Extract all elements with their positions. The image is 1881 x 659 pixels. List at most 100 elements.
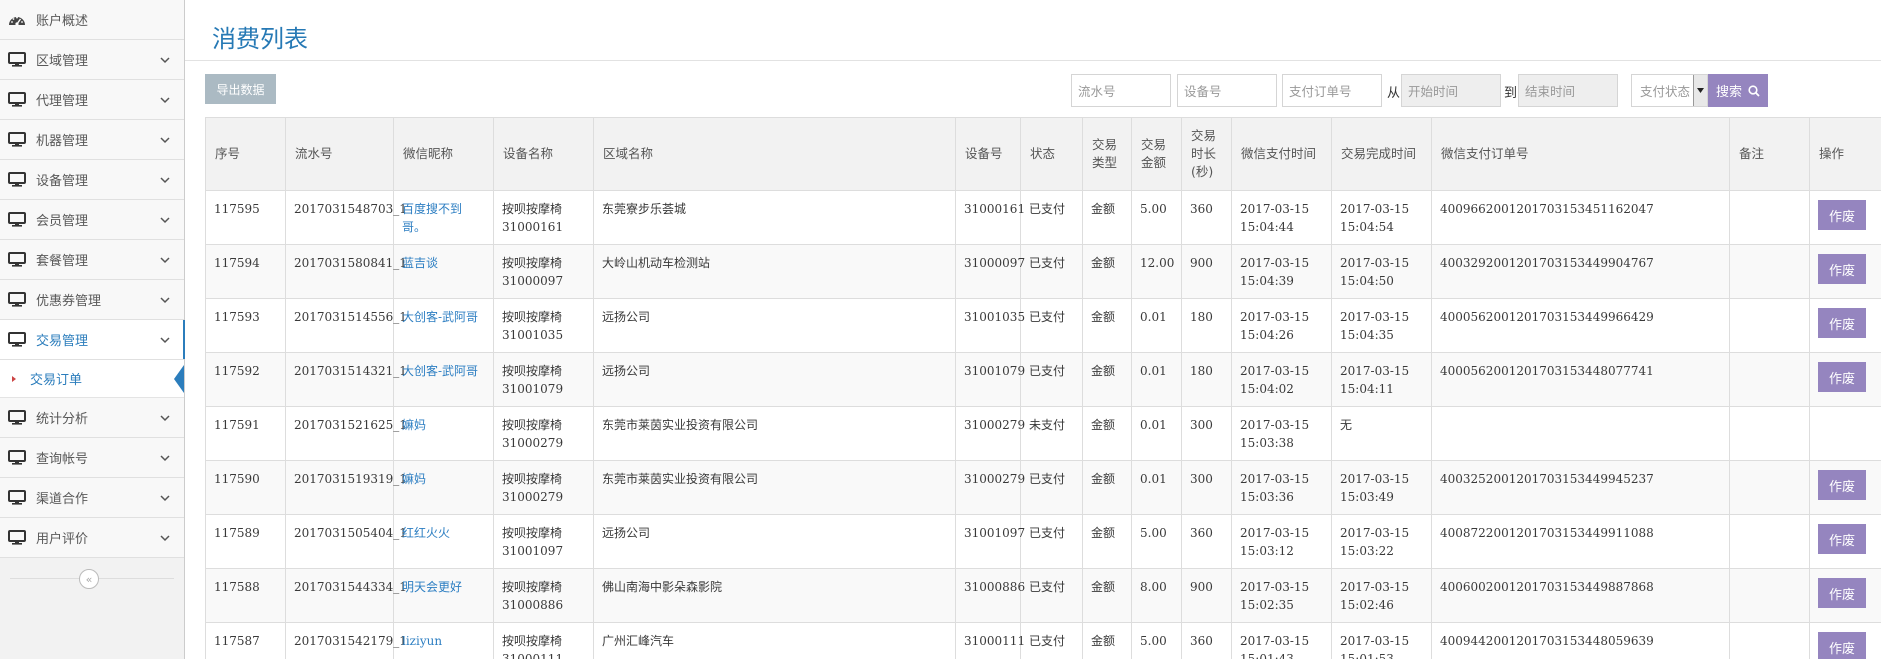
order-number-input[interactable]: 支付订单号 xyxy=(1282,74,1382,107)
device-number-input[interactable]: 设备号 xyxy=(1177,74,1277,107)
table-row: 117592 2017031514321_1 大创客-武阿哥 按呗按摩椅 310010… xyxy=(205,352,1881,407)
sidebar-item[interactable]: 会员管理 xyxy=(0,200,184,240)
sidebar-item[interactable]: 账户概述 xyxy=(0,0,184,40)
cell-type: 金额 xyxy=(1082,406,1132,461)
column-header: 交易完成时间 xyxy=(1331,117,1432,191)
sidebar-item[interactable]: 设备管理 xyxy=(0,160,184,200)
cell-device: 按呗按摩椅 31000279 xyxy=(493,460,594,515)
cell-nick[interactable]: 百度搜不到哥。 xyxy=(393,190,494,245)
cell-status: 已支付 xyxy=(1020,460,1083,515)
export-data-button[interactable]: 导出数据 xyxy=(205,74,276,104)
sidebar-item[interactable]: 渠道合作 xyxy=(0,478,184,518)
sidebar-item-label: 交易管理 xyxy=(36,334,89,349)
cell-id: 117591 xyxy=(205,406,286,461)
cell-id: 117589 xyxy=(205,514,286,569)
end-time-placeholder: 结束时间 xyxy=(1525,84,1576,99)
cell-done-time: 2017-03-15 15:04:50 xyxy=(1331,244,1432,299)
column-header: 操作 xyxy=(1809,117,1881,191)
table-row: 117594 2017031580841_1 蓝吉谈 按呗按摩椅 31000097 大岭… xyxy=(205,244,1881,299)
cell-nick[interactable]: 大创客-武阿哥 xyxy=(393,352,494,407)
cell-order-no: 4006002001201703153449887868 xyxy=(1431,568,1730,623)
payment-status-select[interactable]: 支付状态 xyxy=(1631,74,1708,107)
from-label: 从 xyxy=(1387,86,1401,101)
cell-nick[interactable]: 蓝吉谈 xyxy=(393,244,494,299)
cell-duration: 300 xyxy=(1181,406,1232,461)
column-header: 状态 xyxy=(1020,117,1083,191)
cell-nick[interactable]: 嫲妈 xyxy=(393,460,494,515)
cell-nick[interactable]: 明天会更好 xyxy=(393,568,494,623)
void-order-button[interactable]: 作废 xyxy=(1818,470,1866,500)
chevron-down-icon xyxy=(160,213,170,228)
table-row: 117593 2017031514556_1 大创客-武阿哥 按呗按摩椅 310010… xyxy=(205,298,1881,353)
cell-remark xyxy=(1729,406,1810,461)
cell-done-time: 2017-03-15 15:03:22 xyxy=(1331,514,1432,569)
cell-device-no: 31000097 xyxy=(955,244,1025,299)
caret-down-icon[interactable] xyxy=(1693,75,1707,106)
cell-action: 作废 xyxy=(1809,190,1881,245)
sidebar-item[interactable]: 套餐管理 xyxy=(0,240,184,280)
start-time-input[interactable]: 开始时间 xyxy=(1401,74,1501,107)
cell-order-no: 4003252001201703153449945237 xyxy=(1431,460,1730,515)
cell-status: 已支付 xyxy=(1020,514,1083,569)
desktop-icon xyxy=(6,450,28,466)
cell-serial: 2017031505404_1 xyxy=(285,514,407,569)
cell-done-time: 2017-03-15 15:04:11 xyxy=(1331,352,1432,407)
desktop-icon xyxy=(6,52,28,68)
cell-device: 按呗按摩椅 31001079 xyxy=(493,352,594,407)
cell-amount: 0.01 xyxy=(1131,406,1182,461)
sidebar-item[interactable]: 用户评价 xyxy=(0,518,184,558)
cell-device-no: 31000279 xyxy=(955,406,1025,461)
sidebar-item[interactable]: 交易管理 xyxy=(0,320,185,360)
sidebar-subitem-label: 交易订单 xyxy=(30,373,83,388)
void-order-button[interactable]: 作废 xyxy=(1818,578,1866,608)
cell-nick[interactable]: 大创客-武阿哥 xyxy=(393,298,494,353)
cell-id: 117595 xyxy=(205,190,286,245)
search-button[interactable]: 搜索 xyxy=(1708,74,1768,107)
chevron-down-icon xyxy=(160,411,170,426)
order-number-placeholder: 支付订单号 xyxy=(1289,84,1352,99)
cell-done-time: 2017-03-15 15:02:46 xyxy=(1331,568,1432,623)
sidebar-item-label: 会员管理 xyxy=(36,214,89,229)
cell-nick[interactable]: 红红火火 xyxy=(393,514,494,569)
sidebar-item[interactable]: 查询帐号 xyxy=(0,438,184,478)
sidebar-item[interactable]: 优惠券管理 xyxy=(0,280,184,320)
column-header: 微信支付时间 xyxy=(1231,117,1332,191)
cell-amount: 5.00 xyxy=(1131,622,1182,659)
cell-nick[interactable]: liziyun xyxy=(393,622,494,659)
cell-duration: 360 xyxy=(1181,514,1232,569)
void-order-button[interactable]: 作废 xyxy=(1818,362,1866,392)
collapse-sidebar-icon[interactable]: « xyxy=(79,569,99,589)
sidebar-item-label: 查询帐号 xyxy=(36,452,89,467)
cell-id: 117593 xyxy=(205,298,286,353)
cell-duration: 360 xyxy=(1181,190,1232,245)
cell-done-time: 无 xyxy=(1331,406,1432,461)
cell-order-no: 4003292001201703153449904767 xyxy=(1431,244,1730,299)
void-order-button[interactable]: 作废 xyxy=(1818,308,1866,338)
cell-action: 作废 xyxy=(1809,622,1881,659)
cell-type: 金额 xyxy=(1082,622,1132,659)
cell-status: 已支付 xyxy=(1020,298,1083,353)
void-order-button[interactable]: 作废 xyxy=(1818,254,1866,284)
cell-done-time: 2017-03-15 15:04:35 xyxy=(1331,298,1432,353)
void-order-button[interactable]: 作废 xyxy=(1818,200,1866,230)
desktop-icon xyxy=(6,172,28,188)
sidebar-item[interactable]: 统计分析 xyxy=(0,398,184,438)
serial-number-input[interactable]: 流水号 xyxy=(1071,74,1171,107)
cell-action: 作废 xyxy=(1809,514,1881,569)
void-order-button[interactable]: 作废 xyxy=(1818,524,1866,554)
cell-nick[interactable]: 嫲妈 xyxy=(393,406,494,461)
desktop-icon xyxy=(6,490,28,506)
chevron-down-icon xyxy=(160,253,170,268)
end-time-input[interactable]: 结束时间 xyxy=(1518,74,1618,107)
sidebar-item[interactable]: 代理管理 xyxy=(0,80,184,120)
sidebar-subitem-trade-orders[interactable]: 交易订单 xyxy=(0,360,184,398)
void-order-button[interactable]: 作废 xyxy=(1818,632,1866,659)
column-header: 设备名称 xyxy=(493,117,594,191)
sidebar-item[interactable]: 机器管理 xyxy=(0,120,184,160)
main-content: 消费列表 导出数据 流水号 设备号 支付订单号 从 开始时间 到 结束时间 支付… xyxy=(185,0,1881,659)
chevron-down-icon xyxy=(160,93,170,108)
sidebar-item[interactable]: 区域管理 xyxy=(0,40,184,80)
cell-order-no: 4000562001201703153448077741 xyxy=(1431,352,1730,407)
cell-remark xyxy=(1729,352,1810,407)
table-row: 117589 2017031505404_1 红红火火 按呗按摩椅 31001097 远… xyxy=(205,514,1881,569)
